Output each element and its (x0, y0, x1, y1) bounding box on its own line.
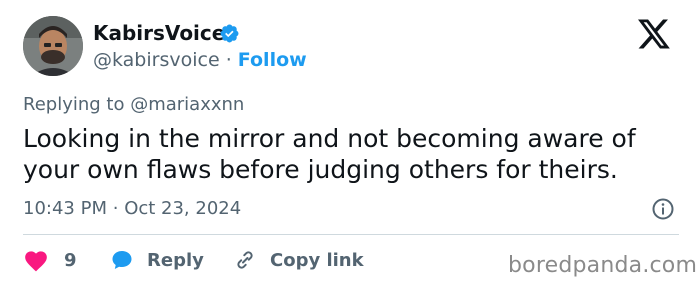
replying-to-handle[interactable]: @mariaxxnn (130, 94, 244, 115)
info-icon[interactable] (651, 197, 675, 221)
heart-icon (25, 251, 47, 272)
tweet-text: Looking in the mirror and not becoming a… (23, 124, 636, 184)
handle-separator: · (225, 49, 232, 71)
link-icon (237, 251, 253, 269)
timestamp-separator: · (112, 198, 119, 219)
reply-bubble-icon (112, 251, 132, 269)
tweet-date: Oct 23, 2024 (124, 198, 242, 219)
follow-button[interactable]: Follow (238, 49, 307, 71)
like-button[interactable]: 9 (23, 247, 77, 273)
copy-link-button[interactable]: Copy link (232, 247, 364, 273)
verified-badge-icon (220, 24, 239, 43)
handle-row: @kabirsvoice · Follow (93, 49, 307, 71)
handle[interactable]: @kabirsvoice (93, 49, 220, 71)
avatar[interactable] (23, 16, 83, 76)
tweet-timestamp[interactable]: 10:43 PM · Oct 23, 2024 (23, 198, 241, 219)
x-logo-icon[interactable] (636, 18, 672, 50)
divider (23, 234, 679, 235)
display-name[interactable]: KabirsVoice (93, 21, 225, 45)
replying-prefix: Replying to (23, 94, 125, 115)
avatar-image (23, 16, 83, 76)
watermark: boredpanda.com (508, 253, 698, 278)
reply-button[interactable]: Reply (109, 247, 204, 273)
copy-link-label: Copy link (270, 249, 364, 271)
like-count: 9 (64, 249, 77, 271)
reply-label: Reply (147, 249, 204, 271)
replying-to: Replying to @mariaxxnn (23, 94, 244, 115)
tweet-time: 10:43 PM (23, 198, 107, 219)
